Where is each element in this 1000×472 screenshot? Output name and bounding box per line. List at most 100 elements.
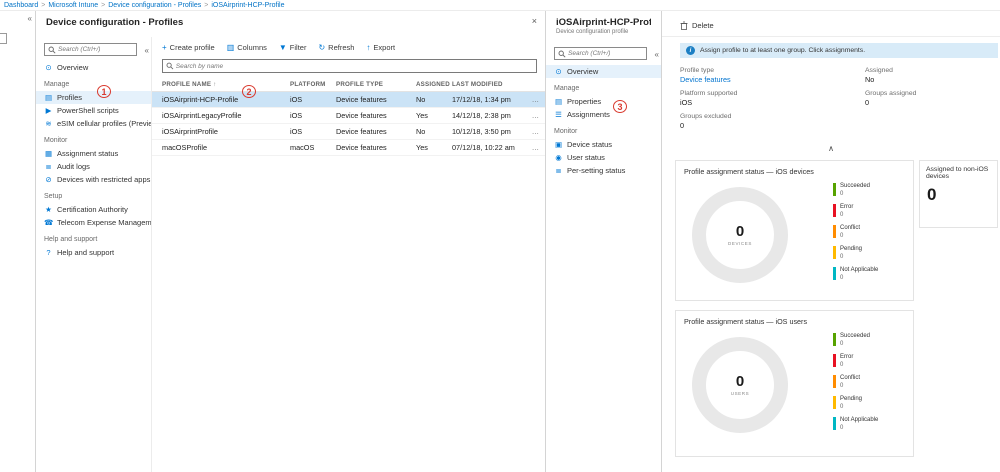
sidebar-item-overview[interactable]: ⊙ Overview: [36, 61, 151, 74]
sidebar-item-restricted-apps[interactable]: ⊘ Devices with restricted apps: [36, 173, 151, 186]
legend-label: Error: [840, 204, 853, 211]
refresh-button[interactable]: ↻ Refresh: [318, 43, 354, 52]
sidebar-item-powershell-scripts[interactable]: ▶ PowerShell scripts: [36, 104, 151, 117]
menu-search[interactable]: [44, 43, 137, 56]
col-assigned[interactable]: ASSIGNED: [416, 81, 452, 88]
esim-icon: ≋: [44, 119, 53, 128]
breadcrumb-link[interactable]: iOSAirprint-HCP-Profile: [211, 2, 284, 9]
sidebar-item-properties[interactable]: ▤ Properties: [546, 95, 661, 108]
breadcrumb: Dashboard > Microsoft Intune > Device co…: [0, 0, 1000, 11]
breadcrumb-link[interactable]: Dashboard: [4, 2, 38, 9]
audit-logs-icon: ≣: [44, 162, 53, 171]
legend-item: Pending0: [833, 246, 905, 260]
overview-icon: ⊙: [44, 63, 53, 72]
cell-platform: iOS: [290, 95, 336, 104]
field-label: Profile type: [680, 67, 865, 74]
chart-legend: Succeeded0 Error0 Conflict0 Pending0 Not…: [833, 183, 905, 288]
legend-item: Not Applicable0: [833, 417, 905, 431]
row-context-menu[interactable]: …: [532, 127, 539, 136]
sort-asc-icon: ↑: [213, 82, 216, 88]
col-profile-name[interactable]: PROFILE NAME↑: [162, 81, 290, 88]
telecom-icon: ☎: [44, 218, 53, 227]
collapse-essentials-chevron[interactable]: ∧: [662, 144, 1000, 153]
sidebar-item-profiles[interactable]: ▤ Profiles: [36, 91, 151, 104]
table-row[interactable]: iOSAirprint-HCP-Profile iOS Device featu…: [152, 92, 545, 108]
col-last-modified[interactable]: LAST MODIFIED: [452, 81, 528, 88]
breadcrumb-link[interactable]: Device configuration - Profiles: [108, 2, 201, 9]
cell-assigned: No: [416, 127, 452, 136]
sidebar-item-label: Device status: [567, 140, 612, 149]
sidebar-item-user-status[interactable]: ◉ User status: [546, 151, 661, 164]
table-row[interactable]: iOSAirprintProfile iOS Device features N…: [152, 124, 545, 140]
sidebar-item-label: Telecom Expense Management: [57, 218, 151, 227]
breadcrumb-link[interactable]: Microsoft Intune: [48, 2, 98, 9]
row-context-menu[interactable]: …: [532, 143, 539, 152]
close-icon[interactable]: ×: [532, 16, 537, 26]
sidebar-item-label: Devices with restricted apps: [57, 175, 150, 184]
sidebar-item-device-status[interactable]: ▣ Device status: [546, 138, 661, 151]
legend-color-bar: [833, 204, 836, 217]
delete-button[interactable]: Delete: [662, 21, 1000, 37]
user-status-icon: ◉: [554, 153, 563, 162]
table-row[interactable]: iOSAirprintLegacyProfile iOS Device feat…: [152, 108, 545, 124]
search-by-name-input[interactable]: [176, 63, 533, 70]
export-icon: ↑: [366, 43, 370, 52]
assignment-warning-banner[interactable]: i Assign profile to at least one group. …: [680, 43, 998, 58]
cell-platform: iOS: [290, 111, 336, 120]
cell-profile-name: macOSProfile: [162, 143, 290, 152]
collapse-menu-icon[interactable]: «: [145, 46, 149, 55]
collapse-rail-icon[interactable]: «: [28, 14, 32, 23]
cell-profile-name: iOSAirprint-HCP-Profile: [162, 95, 290, 104]
export-button[interactable]: ↑ Export: [366, 43, 395, 52]
sidebar-item-per-setting-status[interactable]: ≣ Per-setting status: [546, 164, 661, 177]
users-assignment-card: Profile assignment status — iOS users 0 …: [675, 310, 914, 457]
intune-portal: Dashboard > Microsoft Intune > Device co…: [0, 0, 1000, 472]
sidebar-item-esim-profiles[interactable]: ≋ eSIM cellular profiles (Preview): [36, 117, 151, 130]
cell-platform: macOS: [290, 143, 336, 152]
donut-label: DEVICES: [728, 241, 752, 246]
menu-search[interactable]: [554, 47, 647, 60]
legend-item: Succeeded0: [833, 183, 905, 197]
row-context-menu[interactable]: …: [532, 95, 539, 104]
sidebar-item-assignments[interactable]: ☰ Assignments: [546, 108, 661, 121]
cell-profile-type: Device features: [336, 143, 416, 152]
legend-value: 0: [840, 404, 862, 410]
field-value: iOS: [680, 98, 865, 107]
sidebar-item-assignment-status[interactable]: ▦ Assignment status: [36, 147, 151, 160]
menu-section-header: Monitor: [546, 121, 661, 138]
sidebar-item-audit-logs[interactable]: ≣ Audit logs: [36, 160, 151, 173]
table-row[interactable]: macOSProfile macOS Device features Yes 0…: [152, 140, 545, 156]
refresh-icon: ↻: [318, 43, 325, 52]
legend-color-bar: [833, 417, 836, 430]
list-search[interactable]: [162, 59, 537, 73]
cell-last-modified: 14/12/18, 2:38 pm: [452, 111, 528, 120]
legend-value: 0: [840, 275, 878, 281]
legend-value: 0: [840, 341, 870, 347]
profile-blade: iOSAirprint-HCP-Profile Device configura…: [546, 11, 662, 472]
field-label: Platform supported: [680, 90, 865, 97]
legend-value: 0: [840, 191, 870, 197]
sidebar-item-certification-authority[interactable]: ★ Certification Authority: [36, 203, 151, 216]
collapse-menu-icon[interactable]: «: [655, 50, 659, 59]
filter-icon: ▼: [279, 43, 287, 52]
sidebar-item-help-support[interactable]: ? Help and support: [36, 246, 151, 259]
create-profile-button[interactable]: + Create profile: [162, 43, 215, 52]
sidebar-item-label: Properties: [567, 97, 601, 106]
row-context-menu[interactable]: …: [532, 111, 539, 120]
search-input[interactable]: [58, 46, 133, 53]
sidebar-item-overview[interactable]: ⊙ Overview: [546, 65, 661, 78]
legend-item: Not Applicable0: [833, 267, 905, 281]
columns-button[interactable]: ▥ Columns: [227, 43, 267, 52]
menu-section-header: Setup: [36, 186, 151, 203]
sidebar-item-telecom-expense[interactable]: ☎ Telecom Expense Management: [36, 216, 151, 229]
profile-type-link[interactable]: Device features: [680, 75, 865, 84]
search-icon: [558, 50, 566, 58]
col-profile-type[interactable]: PROFILE TYPE: [336, 81, 416, 88]
search-icon: [166, 62, 174, 70]
profile-menu: « ⊙ Overview Manage ▤ Properties ☰ Assig…: [546, 41, 661, 472]
search-input[interactable]: [568, 50, 643, 57]
sidebar-item-label: Help and support: [57, 248, 114, 257]
col-platform[interactable]: PLATFORM: [290, 81, 336, 88]
legend-label: Pending: [840, 396, 862, 403]
filter-button[interactable]: ▼ Filter: [279, 43, 307, 52]
